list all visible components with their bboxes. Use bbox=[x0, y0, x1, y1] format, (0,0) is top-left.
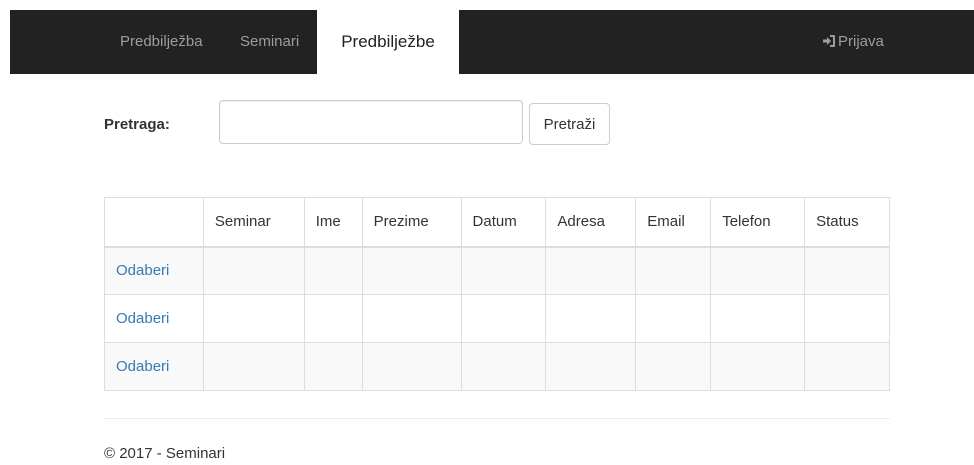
table-cell-select: Odaberi bbox=[104, 246, 204, 295]
table-cell bbox=[635, 342, 712, 391]
table-cell bbox=[635, 246, 712, 295]
table-cell bbox=[202, 246, 305, 295]
footer-divider bbox=[104, 418, 890, 419]
table-cell bbox=[710, 342, 806, 391]
table-cell bbox=[460, 246, 547, 295]
column-header-prezime: Prezime bbox=[361, 197, 462, 248]
table-cell bbox=[710, 294, 806, 343]
column-header-datum: Datum bbox=[460, 197, 547, 248]
column-header-status: Status bbox=[804, 197, 890, 248]
column-header-email: Email bbox=[635, 197, 712, 248]
table-cell bbox=[710, 246, 806, 295]
login-label: Prijava bbox=[838, 33, 884, 50]
table-cell bbox=[804, 342, 890, 391]
select-link[interactable]: Odaberi bbox=[116, 310, 169, 327]
table-cell bbox=[804, 246, 890, 295]
table-cell bbox=[361, 246, 462, 295]
table-cell bbox=[460, 342, 547, 391]
table-row: Odaberi bbox=[104, 294, 890, 343]
column-header-ime: Ime bbox=[303, 197, 363, 248]
table-cell bbox=[460, 294, 547, 343]
select-link[interactable]: Odaberi bbox=[116, 262, 169, 279]
table-cell bbox=[202, 294, 305, 343]
table-cell bbox=[361, 294, 462, 343]
column-header-adresa: Adresa bbox=[545, 197, 637, 248]
log-in-icon bbox=[823, 35, 835, 47]
table-cell bbox=[545, 294, 637, 343]
table-cell bbox=[361, 342, 462, 391]
search-label: Pretraga: bbox=[104, 116, 170, 133]
table-cell bbox=[635, 294, 712, 343]
registrations-table: Seminar Ime Prezime Datum Adresa Email T… bbox=[104, 197, 890, 391]
navbar-brand[interactable]: Predbilježba bbox=[120, 10, 203, 74]
table-cell bbox=[545, 342, 637, 391]
table-cell bbox=[303, 294, 363, 343]
footer-copyright: © 2017 - Seminari bbox=[104, 445, 226, 462]
nav-item-predbiljezbe[interactable]: Predbilježbe bbox=[317, 10, 459, 74]
table-row: Odaberi bbox=[104, 342, 890, 391]
search-button[interactable]: Pretraži bbox=[529, 103, 610, 145]
table-cell bbox=[545, 246, 637, 295]
table-cell-select: Odaberi bbox=[104, 342, 204, 391]
table-cell bbox=[303, 246, 363, 295]
table-header-row: Seminar Ime Prezime Datum Adresa Email T… bbox=[104, 197, 890, 248]
column-header-seminar: Seminar bbox=[202, 197, 305, 248]
search-input[interactable] bbox=[219, 100, 523, 144]
table-cell-select: Odaberi bbox=[104, 294, 204, 343]
column-header-telefon: Telefon bbox=[710, 197, 806, 248]
select-link[interactable]: Odaberi bbox=[116, 358, 169, 375]
table-cell bbox=[202, 342, 305, 391]
column-header-select bbox=[104, 197, 204, 248]
table-row: Odaberi bbox=[104, 246, 890, 295]
table-cell bbox=[804, 294, 890, 343]
login-link[interactable]: Prijava bbox=[822, 10, 884, 74]
table-cell bbox=[303, 342, 363, 391]
top-navbar: Predbilježba Seminari Predbilježbe Prija… bbox=[10, 10, 974, 74]
nav-item-seminari[interactable]: Seminari bbox=[240, 10, 299, 74]
